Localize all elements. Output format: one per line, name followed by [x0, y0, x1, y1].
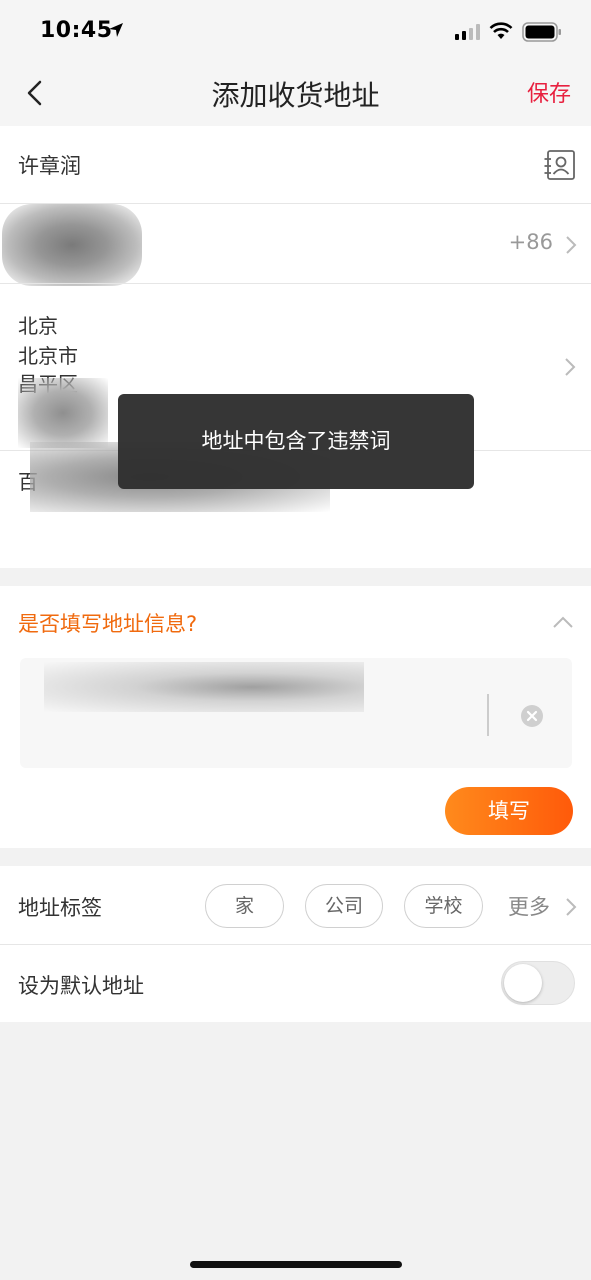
default-address-label: 设为默认地址 — [18, 974, 144, 998]
phone-number-redacted[interactable] — [2, 204, 142, 286]
location-arrow-icon — [109, 23, 123, 37]
text-caret — [487, 694, 489, 736]
battery-icon — [522, 22, 561, 42]
contact-book-icon[interactable] — [543, 148, 577, 182]
nav-bar: 添加收货地址 保存 — [0, 62, 591, 126]
chevron-right-icon — [566, 236, 577, 254]
default-address-toggle[interactable] — [501, 961, 575, 1005]
home-indicator[interactable] — [190, 1261, 402, 1268]
tags-more-button[interactable]: 更多 — [508, 891, 550, 921]
status-bar: 10:45 — [0, 0, 591, 62]
smart-fill-text-redacted — [44, 662, 364, 712]
region-province: 北京 — [18, 314, 58, 338]
toggle-knob — [504, 964, 542, 1002]
tag-home[interactable]: 家 — [205, 884, 284, 928]
fill-button[interactable]: 填写 — [445, 787, 573, 835]
status-time: 10:45 — [40, 18, 113, 43]
address-tag-label: 地址标签 — [18, 896, 102, 920]
row-divider — [0, 283, 591, 284]
address-form: 许章润 +86 北京 北京市 昌平区 百 — [0, 126, 591, 568]
cellular-signal-icon — [455, 24, 480, 40]
row-divider — [0, 944, 591, 945]
chevron-up-icon[interactable] — [548, 610, 578, 634]
clear-icon[interactable] — [520, 704, 544, 728]
region-selector[interactable] — [540, 346, 580, 386]
smart-fill-section: 是否填写地址信息? 填写 — [0, 586, 591, 848]
region-city: 北京市 — [18, 344, 78, 368]
smart-fill-title: 是否填写地址信息? — [18, 612, 198, 636]
smart-fill-input[interactable] — [20, 658, 572, 768]
tag-school[interactable]: 学校 — [404, 884, 483, 928]
phone-country-code[interactable]: +86 — [509, 230, 553, 254]
chevron-right-icon — [566, 898, 577, 916]
name-field[interactable]: 许章润 — [18, 150, 81, 180]
address-options: 地址标签 家 公司 学校 更多 设为默认地址 — [0, 866, 591, 1022]
toast-message: 地址中包含了违禁词 — [118, 394, 474, 489]
page-title: 添加收货地址 — [211, 79, 380, 112]
save-button[interactable]: 保存 — [527, 76, 571, 108]
chevron-right-icon — [565, 358, 576, 376]
tag-company[interactable]: 公司 — [305, 884, 383, 928]
wifi-icon — [489, 22, 513, 39]
region-street-redacted — [18, 378, 108, 448]
